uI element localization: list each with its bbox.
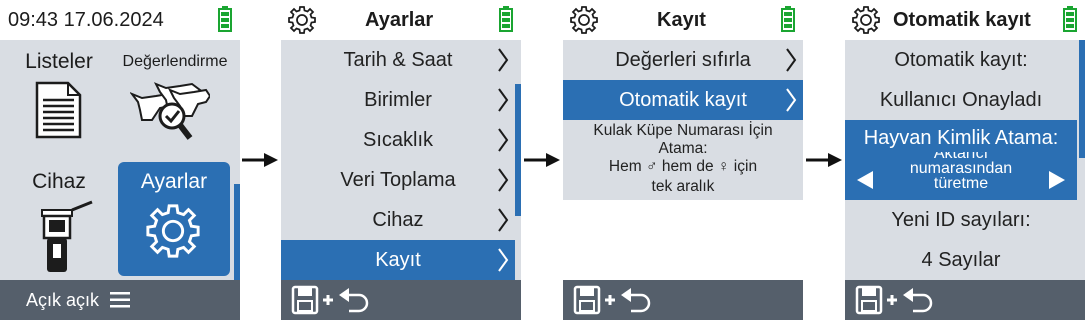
- setting-value: 4 Sayılar: [921, 249, 1001, 271]
- scrollbar[interactable]: [234, 184, 240, 280]
- chevron-right-icon: [786, 88, 797, 112]
- info-line: tek aralık: [651, 178, 715, 195]
- menu-item-kayit[interactable]: Kayıt: [281, 240, 515, 280]
- footer-bar: [281, 280, 521, 320]
- kayit-list: Değerleri sıfırla Otomatik kayıt Kulak K…: [563, 40, 803, 200]
- setting-label-yeni-id-sayilari: Yeni ID sayıları:: [845, 200, 1077, 240]
- menu-item-cihaz[interactable]: Cihaz: [281, 200, 515, 240]
- setting-value: Kullanıcı Onayladı: [879, 89, 1043, 111]
- flow-arrow-icon: [242, 153, 278, 167]
- screen-kayit: Kayıt Değerleri sıfırla Otomatik kayıt K…: [563, 0, 803, 320]
- gear-icon: [146, 204, 200, 258]
- arrow-left-icon[interactable]: [857, 171, 873, 189]
- battery-icon: [781, 6, 795, 32]
- screen-ayarlar: Ayarlar Tarih & Saat Birimler Sıcaklık V…: [281, 0, 521, 320]
- setting-label-otomatik-kayit: Otomatik kayıt:: [845, 40, 1077, 80]
- title-bar: Kayıt: [563, 0, 803, 40]
- menu-item-tarih-saat[interactable]: Tarih & Saat: [281, 40, 515, 80]
- setting-value-kullanici-onayladi[interactable]: Kullanıcı Onayladı: [845, 80, 1077, 120]
- menu-item-label: Sıcaklık: [362, 129, 434, 151]
- tile-label: Cihaz: [32, 170, 86, 193]
- page-title: Otomatik kayıt: [893, 9, 1031, 31]
- setting-label: Otomatik kayıt:: [894, 49, 1028, 71]
- menu-item-sicaklik[interactable]: Sıcaklık: [281, 120, 515, 160]
- tile-cihaz[interactable]: Cihaz: [6, 162, 112, 278]
- save-and-back-icon[interactable]: [291, 285, 371, 315]
- menu-item-label: Birimler: [364, 89, 432, 111]
- tile-degerlendirme[interactable]: Değerlendirme: [116, 44, 234, 152]
- flow-arrow-icon: [806, 153, 842, 167]
- menu-icon[interactable]: [110, 292, 130, 308]
- setting-label: Yeni ID sayıları:: [891, 209, 1031, 231]
- menu-item-label: Değerleri sıfırla: [615, 49, 751, 71]
- flow-arrow-icon: [524, 153, 560, 167]
- arrow-right-icon[interactable]: [1049, 171, 1065, 189]
- info-line: Kulak Küpe Numarası İçin: [593, 122, 773, 139]
- tile-listeler[interactable]: Listeler: [6, 44, 112, 152]
- gear-icon: [570, 6, 598, 34]
- tile-label: Ayarlar: [140, 170, 208, 193]
- chevron-right-icon: [786, 48, 797, 72]
- tile-label: Değerlendirme: [122, 53, 228, 70]
- battery-icon: [1063, 6, 1077, 32]
- save-and-back-icon[interactable]: [855, 285, 935, 315]
- menu-item-otomatik-kayit[interactable]: Otomatik kayıt: [563, 80, 803, 120]
- gear-icon: [288, 6, 316, 34]
- selector-line: türetme: [933, 175, 989, 192]
- battery-icon: [218, 6, 232, 32]
- chevron-right-icon: [498, 48, 509, 72]
- setting-value-4-sayilar[interactable]: 4 Sayılar: [845, 240, 1077, 280]
- menu-item-birimler[interactable]: Birimler: [281, 80, 515, 120]
- footer-label: Açık açık: [26, 290, 100, 310]
- scrollbar[interactable]: [1079, 40, 1085, 158]
- tile-ayarlar[interactable]: Ayarlar: [118, 162, 230, 276]
- selector-line: numarasından: [909, 160, 1013, 177]
- setting-label: Hayvan Kimlik Atama:: [863, 127, 1059, 149]
- battery-icon: [499, 6, 513, 32]
- save-and-back-icon[interactable]: [573, 285, 653, 315]
- screen-otomatik-kayit: Otomatik kayıt Otomatik kayıt: Kullanıcı…: [845, 0, 1085, 320]
- menu-item-label: Cihaz: [372, 209, 424, 231]
- menu-item-label: Tarih & Saat: [343, 49, 453, 71]
- footer-bar: [845, 280, 1085, 320]
- settings-list: Tarih & Saat Birimler Sıcaklık Veri Topl…: [281, 40, 521, 280]
- tile-label: Listeler: [25, 50, 93, 73]
- chevron-right-icon: [498, 88, 509, 112]
- ear-tag-info[interactable]: Kulak Küpe Numarası İçin Atama: Hem ♂ he…: [563, 120, 803, 196]
- chevron-right-icon: [498, 128, 509, 152]
- title-bar: Otomatik kayıt: [845, 0, 1085, 40]
- chevron-right-icon: [498, 248, 509, 272]
- status-time: 09:43 17.06.2024: [8, 9, 164, 31]
- selector-value: Aktarıcı numarasından türetme: [881, 152, 1041, 200]
- footer-bar: Açık açık: [0, 280, 240, 320]
- document-list-icon: [35, 81, 82, 139]
- chevron-right-icon: [498, 168, 509, 192]
- info-line: Hem ♂ hem de ♀ için: [608, 158, 758, 175]
- screen-main-menu: 09:43 17.06.2024 Listeler Değerlendirme …: [0, 0, 240, 320]
- gear-icon: [852, 6, 880, 34]
- cows-search-icon: [130, 82, 210, 140]
- tile-grid: Listeler Değerlendirme Cihaz Ayarlar: [0, 40, 240, 280]
- setting-hayvan-kimlik-atama[interactable]: Hayvan Kimlik Atama: Aktarıcı numarasınd…: [845, 120, 1077, 200]
- menu-item-veri-toplama[interactable]: Veri Toplama: [281, 160, 515, 200]
- status-bar: 09:43 17.06.2024: [0, 0, 240, 40]
- footer-bar: [563, 280, 803, 320]
- auto-record-settings: Otomatik kayıt: Kullanıcı Onayladı Hayva…: [845, 40, 1085, 280]
- chevron-right-icon: [498, 208, 509, 232]
- menu-item-degerleri-sifirla[interactable]: Değerleri sıfırla: [563, 40, 803, 80]
- handheld-reader-icon: [41, 200, 93, 272]
- menu-item-label: Otomatik kayıt: [619, 89, 747, 111]
- menu-item-label: Veri Toplama: [340, 169, 456, 191]
- page-title: Kayıt: [657, 9, 706, 31]
- title-bar: Ayarlar: [281, 0, 521, 40]
- page-title: Ayarlar: [365, 9, 434, 31]
- scrollbar[interactable]: [515, 84, 521, 216]
- info-line: Atama:: [658, 140, 708, 157]
- menu-item-label: Kayıt: [375, 249, 421, 271]
